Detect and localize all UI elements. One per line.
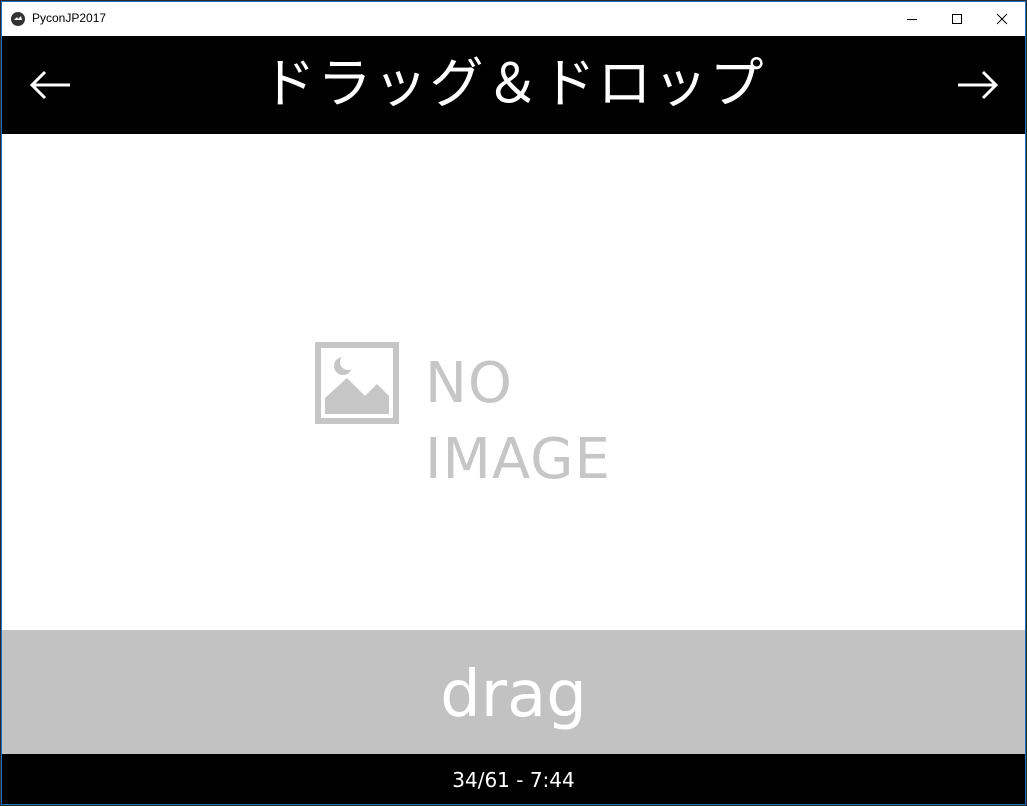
slide-footer: 34/61 - 7:44 <box>2 754 1025 804</box>
no-image-text: NO IMAGE <box>425 351 611 492</box>
next-slide-button[interactable] <box>952 62 1002 108</box>
no-image-placeholder: NO IMAGE <box>315 342 705 492</box>
minimize-icon <box>907 19 917 20</box>
close-button[interactable] <box>979 2 1025 36</box>
previous-slide-button[interactable] <box>26 62 76 108</box>
window-titlebar[interactable]: PyconJP2017 <box>2 2 1025 36</box>
arrow-right-icon <box>958 70 999 100</box>
app-window: PyconJP2017 ドラッグ＆ドロップ NO IMAGE drag 34/6… <box>1 1 1026 805</box>
caption-text: drag <box>440 658 587 732</box>
close-icon <box>996 13 1008 25</box>
maximize-button[interactable] <box>934 2 980 36</box>
slide-caption: drag <box>2 630 1025 754</box>
slide-content: NO IMAGE <box>2 134 1025 630</box>
image-placeholder-icon <box>315 342 399 424</box>
slide-header: ドラッグ＆ドロップ <box>2 36 1025 134</box>
window-title: PyconJP2017 <box>32 11 107 25</box>
minimize-button[interactable] <box>889 2 935 36</box>
slide-title: ドラッグ＆ドロップ <box>261 52 766 115</box>
slide-progress-status: 34/61 - 7:44 <box>452 768 575 792</box>
arrow-left-icon <box>29 70 70 100</box>
maximize-icon <box>952 14 962 24</box>
kivy-app-icon <box>11 12 25 26</box>
